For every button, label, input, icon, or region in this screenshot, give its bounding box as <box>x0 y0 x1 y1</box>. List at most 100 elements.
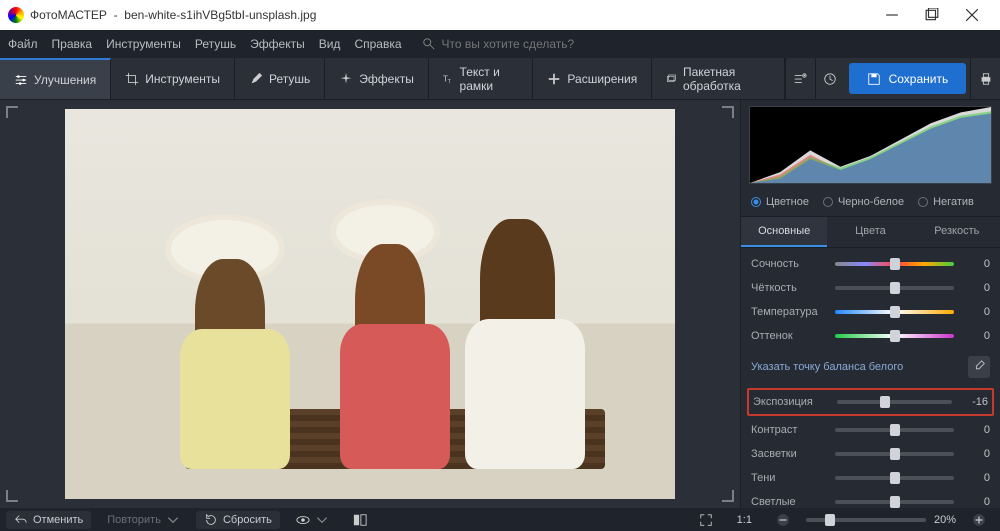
slider-thumb[interactable] <box>890 424 900 436</box>
subtab-colors[interactable]: Цвета <box>827 217 913 247</box>
slider-value[interactable]: 0 <box>962 448 990 460</box>
save-button[interactable]: Сохранить <box>849 63 967 94</box>
menu-edit[interactable]: Правка <box>52 37 93 51</box>
print-icon <box>979 72 993 86</box>
tab-batch[interactable]: Пакетная обработка <box>652 58 785 99</box>
radio-icon <box>823 197 833 207</box>
subtab-sharp[interactable]: Резкость <box>914 217 1000 247</box>
app-name: ФотоМАСТЕР <box>30 8 107 22</box>
presets-button[interactable] <box>785 58 815 99</box>
slider-track[interactable] <box>835 334 954 338</box>
before-after-button[interactable] <box>288 511 337 529</box>
search-box[interactable] <box>422 37 642 51</box>
menu-view[interactable]: Вид <box>319 37 341 51</box>
slider-track[interactable] <box>835 428 954 432</box>
slider-thumb[interactable] <box>890 258 900 270</box>
slider-value[interactable]: 0 <box>962 496 990 508</box>
search-input[interactable] <box>442 37 642 51</box>
mode-color[interactable]: Цветное <box>751 196 809 208</box>
minimize-button[interactable] <box>872 0 912 30</box>
menu-retouch[interactable]: Ретушь <box>195 37 236 51</box>
zoom-in-button[interactable] <box>964 511 994 529</box>
photo-preview <box>65 109 675 499</box>
mode-bw-label: Черно-белое <box>838 196 904 208</box>
slider-thumb[interactable] <box>890 472 900 484</box>
print-button[interactable] <box>970 58 1000 99</box>
eyedropper-button[interactable] <box>968 356 990 378</box>
sliders-list: Сочность 0 Чёткость 0 Температура 0 Отте… <box>741 248 1000 508</box>
compare-button[interactable] <box>345 511 375 529</box>
reset-label: Сбросить <box>223 514 272 526</box>
tab-batch-label: Пакетная обработка <box>683 65 770 93</box>
slider-track[interactable] <box>835 476 954 480</box>
slider-value[interactable]: 0 <box>962 424 990 436</box>
tab-retouch[interactable]: Ретушь <box>235 58 325 99</box>
mode-bw[interactable]: Черно-белое <box>823 196 904 208</box>
slider-label: Чёткость <box>751 282 827 294</box>
slider-track[interactable] <box>837 400 952 404</box>
menu-help[interactable]: Справка <box>354 37 401 51</box>
slider-value[interactable]: 0 <box>962 472 990 484</box>
fit-screen-button[interactable] <box>691 511 721 529</box>
slider-track[interactable] <box>835 452 954 456</box>
slider-label: Экспозиция <box>753 396 829 408</box>
text-icon: TT <box>443 72 454 86</box>
zoom-slider[interactable] <box>806 518 926 522</box>
slider-thumb[interactable] <box>825 514 835 526</box>
tab-tools[interactable]: Инструменты <box>111 58 235 99</box>
menu-tools[interactable]: Инструменты <box>106 37 181 51</box>
white-balance-link[interactable]: Указать точку баланса белого <box>741 348 1000 386</box>
maximize-button[interactable] <box>912 0 952 30</box>
slider-track[interactable] <box>835 286 954 290</box>
slider-value[interactable]: 0 <box>962 258 990 270</box>
slider-clarity: Чёткость 0 <box>741 276 1000 300</box>
slider-value[interactable]: 0 <box>962 330 990 342</box>
redo-button[interactable]: Повторить <box>99 511 188 529</box>
brush-icon <box>249 72 263 86</box>
close-button[interactable] <box>952 0 992 30</box>
subtab-basic[interactable]: Основные <box>741 217 827 247</box>
crop-corner-icon <box>722 106 734 118</box>
zoom-out-button[interactable] <box>768 511 798 529</box>
tab-extensions[interactable]: Расширения <box>533 58 652 99</box>
window-titlebar: ФотоМАСТЕР - ben-white-s1ihVBg5tbI-unspl… <box>0 0 1000 30</box>
reset-button[interactable]: Сбросить <box>196 511 280 529</box>
slider-track[interactable] <box>835 310 954 314</box>
tab-extensions-label: Расширения <box>567 72 637 86</box>
slider-thumb[interactable] <box>890 282 900 294</box>
slider-value[interactable]: 0 <box>962 282 990 294</box>
slider-thumb[interactable] <box>890 448 900 460</box>
slider-track[interactable] <box>835 262 954 266</box>
slider-thumb[interactable] <box>890 496 900 508</box>
crop-corner-icon <box>6 106 18 118</box>
tab-tools-label: Инструменты <box>145 72 220 86</box>
menu-file[interactable]: Файл <box>8 37 38 51</box>
slider-thumb[interactable] <box>890 306 900 318</box>
undo-button[interactable]: Отменить <box>6 511 91 529</box>
slider-track[interactable] <box>835 500 954 504</box>
slider-thumb[interactable] <box>890 330 900 342</box>
canvas-area[interactable] <box>0 100 740 508</box>
color-mode-radio-group: Цветное Черно-белое Негатив <box>741 188 1000 217</box>
mode-neg[interactable]: Негатив <box>918 196 974 208</box>
slider-value[interactable]: 0 <box>962 306 990 318</box>
svg-text:T: T <box>448 79 452 85</box>
bottom-bar: Отменить Повторить Сбросить 1:1 20% <box>0 508 1000 531</box>
tab-text-frames[interactable]: TT Текст и рамки <box>429 58 534 99</box>
slider-thumb[interactable] <box>880 396 890 408</box>
window-title: ФотоМАСТЕР - ben-white-s1ihVBg5tbI-unspl… <box>30 8 872 22</box>
tab-effects-label: Эффекты <box>359 72 414 86</box>
app-logo-icon <box>8 7 24 23</box>
menu-effects[interactable]: Эффекты <box>250 37 305 51</box>
crop-icon <box>125 72 139 86</box>
right-panel: Цветное Черно-белое Негатив Основные Цве… <box>740 100 1000 508</box>
tab-enhancements[interactable]: Улучшения <box>0 58 111 99</box>
slider-whites: Светлые 0 <box>741 490 1000 508</box>
slider-value[interactable]: -16 <box>960 396 988 408</box>
slider-temperature: Температура 0 <box>741 300 1000 324</box>
zoom-1to1-button[interactable]: 1:1 <box>729 512 760 528</box>
slider-highlights: Засветки 0 <box>741 442 1000 466</box>
tab-effects[interactable]: Эффекты <box>325 58 429 99</box>
history-button[interactable] <box>815 58 845 99</box>
main-toolbar: Улучшения Инструменты Ретушь Эффекты TT … <box>0 58 1000 100</box>
